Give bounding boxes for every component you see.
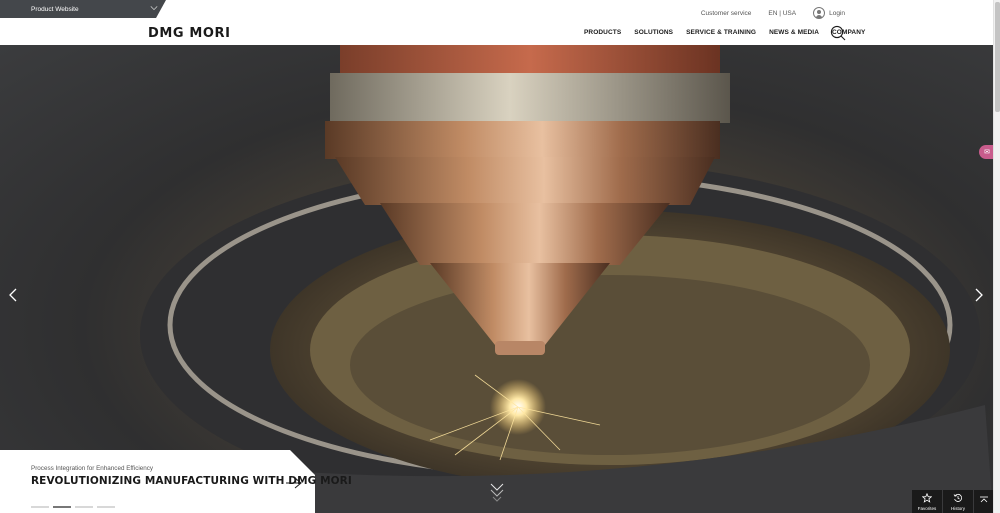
hero-image bbox=[0, 45, 993, 513]
slide-indicator[interactable] bbox=[31, 506, 49, 508]
search-icon[interactable] bbox=[830, 25, 846, 41]
star-icon bbox=[922, 493, 932, 503]
user-icon bbox=[813, 7, 826, 19]
laser-nozzle-illustration bbox=[0, 45, 993, 513]
arrow-right-icon[interactable] bbox=[286, 477, 302, 489]
chevron-right-icon[interactable] bbox=[974, 288, 984, 302]
customer-service-link[interactable]: Customer service bbox=[701, 10, 752, 17]
chevron-left-icon[interactable] bbox=[8, 288, 18, 302]
language-selector[interactable]: EN | USA bbox=[768, 10, 796, 17]
slide-indicator[interactable] bbox=[75, 506, 93, 508]
favorites-button[interactable]: Favorites bbox=[912, 490, 942, 513]
history-label: History bbox=[950, 506, 965, 511]
scrollbar-thumb[interactable] bbox=[995, 2, 1000, 112]
history-button[interactable]: History bbox=[943, 490, 973, 513]
product-website-label: Product Website bbox=[31, 5, 79, 13]
chevron-down-icon bbox=[150, 6, 158, 11]
utility-bar: Customer service EN | USA Login bbox=[684, 6, 845, 20]
back-to-top-icon bbox=[979, 496, 988, 503]
slide-indicator-active[interactable] bbox=[53, 506, 71, 508]
nav-products[interactable]: PRODUCTS bbox=[584, 29, 621, 36]
slide-indicators bbox=[31, 506, 119, 508]
dmg-mori-logo[interactable]: DMG MORI bbox=[148, 26, 231, 41]
product-website-switch[interactable]: Product Website bbox=[0, 0, 166, 18]
nav-solutions[interactable]: SOLUTIONS bbox=[634, 29, 673, 36]
hero-subtitle: Process Integration for Enhanced Efficie… bbox=[31, 465, 154, 472]
slide-indicator[interactable] bbox=[97, 506, 115, 508]
login-link[interactable]: Login bbox=[813, 7, 845, 19]
login-label: Login bbox=[829, 9, 845, 17]
history-icon bbox=[953, 493, 963, 502]
back-to-top-button[interactable] bbox=[974, 490, 993, 513]
favorites-label: Favorites bbox=[917, 506, 937, 511]
hero-title[interactable]: REVOLUTIONIZING MANUFACTURING WITH DMG M… bbox=[31, 475, 352, 487]
page-scrollbar[interactable] bbox=[993, 0, 1000, 513]
nav-news-media[interactable]: NEWS & MEDIA bbox=[769, 29, 819, 36]
nav-service-training[interactable]: SERVICE & TRAINING bbox=[686, 29, 756, 36]
scroll-down-icon[interactable] bbox=[490, 482, 504, 504]
